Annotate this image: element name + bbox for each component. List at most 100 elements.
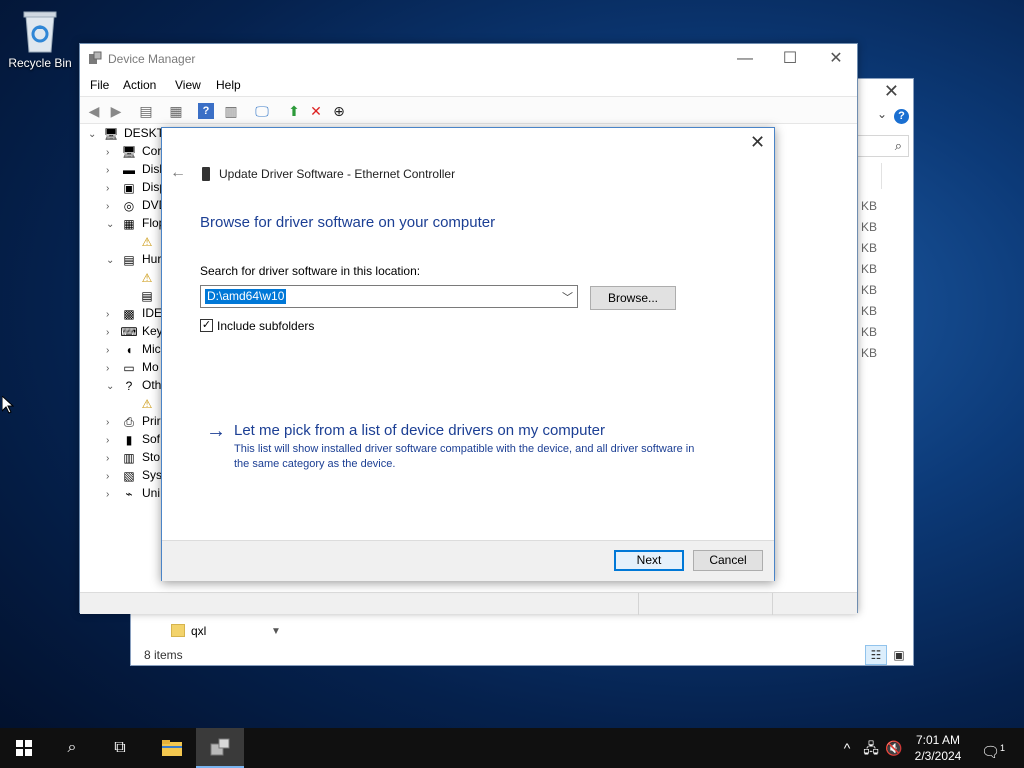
expand-chevron-icon[interactable]: ›	[106, 327, 120, 338]
update-driver-dialog[interactable]: ✕ ← Update Driver Software - Ethernet Co…	[161, 127, 775, 581]
expand-chevron-icon[interactable]: ›	[106, 453, 120, 464]
back-button[interactable]: ←	[170, 164, 186, 182]
disk-drive-icon: ▬	[123, 162, 135, 177]
menu-action[interactable]: Action	[123, 78, 156, 92]
menu-help[interactable]: Help	[216, 78, 241, 92]
search-icon[interactable]: ⌕	[48, 728, 96, 768]
tree-item[interactable]: ⚠	[124, 270, 160, 288]
tree-item-label: Uni	[142, 486, 161, 500]
title-bar[interactable]: Device Manager — ☐ ✕	[80, 44, 857, 74]
menu-view[interactable]: View	[175, 78, 201, 92]
start-button[interactable]	[0, 728, 48, 768]
system-clock[interactable]: 7:01 AM 2/3/2024	[905, 732, 971, 764]
help-icon[interactable]: ?	[198, 103, 214, 119]
collapse-chevron-icon[interactable]: ⌄	[106, 219, 120, 230]
expand-chevron-icon[interactable]: ›	[106, 201, 120, 212]
expand-chevron-icon[interactable]: ›	[106, 417, 120, 428]
tree-item-label: Sof	[142, 432, 161, 446]
action-pane-icon[interactable]: ▥	[221, 101, 241, 121]
system-device-icon: ▧	[123, 468, 135, 483]
back-arrow-icon[interactable]: ◀	[84, 101, 104, 121]
tree-item[interactable]: ⌄ ▤ Hur	[106, 252, 161, 270]
hid-device-icon: ▤	[141, 288, 153, 303]
expand-chevron-icon[interactable]: ›	[106, 147, 120, 158]
show-hide-console-tree-icon[interactable]: ▤	[136, 101, 156, 121]
device-manager-app-icon	[88, 51, 102, 68]
recycle-bin-shortcut[interactable]: Recycle Bin	[6, 8, 74, 70]
expand-chevron-icon[interactable]: ›	[106, 309, 120, 320]
forward-arrow-icon[interactable]: ▶	[106, 101, 126, 121]
maximize-button[interactable]: ☐	[767, 48, 813, 70]
tree-item[interactable]: › ▬ Disl	[106, 162, 162, 180]
expand-chevron-icon[interactable]: ›	[106, 363, 120, 374]
browse-button[interactable]: Browse...	[590, 286, 676, 310]
explorer-search-box[interactable]: ⌕	[857, 135, 909, 157]
dialog-close-button[interactable]: ✕	[750, 132, 765, 153]
expand-chevron-icon[interactable]: ›	[106, 489, 120, 500]
tree-item[interactable]: › ⌁ Uni	[106, 486, 160, 504]
expand-chevron-icon[interactable]: ›	[106, 183, 120, 194]
scan-hardware-icon[interactable]: 🖵	[252, 101, 272, 121]
collapse-chevron-icon[interactable]: ⌄	[88, 129, 102, 140]
disable-device-icon[interactable]: ⊕	[329, 101, 349, 121]
display-adapter-icon: ▣	[123, 180, 135, 195]
large-icons-view-button[interactable]: ▣	[889, 645, 909, 665]
scroll-down-icon[interactable]: ▼	[271, 626, 281, 637]
file-explorer-taskbar-icon[interactable]	[148, 728, 196, 768]
tree-item[interactable]: ⌄ ▦ Flop	[106, 216, 165, 234]
uninstall-device-icon[interactable]: ✕	[306, 101, 326, 121]
include-subfolders-label[interactable]: Include subfolders	[217, 319, 314, 333]
action-center-icon[interactable]: 🗨1	[980, 736, 1006, 761]
chevron-down-icon[interactable]: ⌄	[877, 107, 887, 121]
tree-item[interactable]: › ▧ Syst	[106, 468, 165, 486]
explorer-close-button[interactable]: ✕	[884, 81, 899, 102]
tree-item[interactable]: ⌄? Oth	[106, 378, 161, 396]
tree-item[interactable]: › ⌨ Key	[106, 324, 163, 342]
device-manager-taskbar-icon[interactable]	[196, 728, 244, 768]
close-button[interactable]: ✕	[813, 48, 859, 70]
include-subfolders-checkbox[interactable]: ✓	[200, 319, 213, 332]
next-button[interactable]: Next	[614, 550, 684, 571]
show-hidden-icons-icon[interactable]: ^	[838, 728, 856, 768]
tree-item[interactable]: › 🖥 Cor	[106, 144, 161, 162]
pick-driver-list-link[interactable]: Let me pick from a list of device driver…	[234, 422, 605, 439]
hid-device-icon: ▤	[123, 252, 135, 267]
tree-item[interactable]: › ▥ Sto	[106, 450, 160, 468]
menu-file[interactable]: File	[90, 78, 109, 92]
chevron-down-icon[interactable]: ﹀	[562, 289, 573, 305]
expand-chevron-icon[interactable]: ›	[106, 471, 120, 482]
recycle-bin-icon	[20, 8, 60, 54]
pick-driver-list-description[interactable]: This list will show installed driver sof…	[234, 442, 704, 472]
nav-item-qxl[interactable]: qxl	[171, 623, 206, 638]
computer-icon: 🖥	[121, 144, 137, 159]
checkmark-icon: ✓	[201, 319, 212, 331]
tree-item[interactable]: ⚠	[124, 396, 160, 414]
expand-chevron-icon[interactable]: ›	[106, 165, 120, 176]
minimize-button[interactable]: —	[722, 48, 768, 70]
collapse-chevron-icon[interactable]: ⌄	[106, 381, 120, 392]
details-view-button[interactable]: ☷	[865, 645, 887, 665]
tree-item[interactable]: › ⎙ Prir	[106, 414, 161, 432]
volume-icon[interactable]: 🔇	[884, 728, 904, 768]
tree-item[interactable]: › ▮ Sof	[106, 432, 160, 450]
task-view-icon[interactable]: ⧉	[96, 728, 144, 768]
cancel-button[interactable]: Cancel	[693, 550, 763, 571]
collapse-chevron-icon[interactable]: ⌄	[106, 255, 120, 266]
mouse-cursor-icon	[1, 394, 15, 417]
tree-item[interactable]: › ◖ Mic	[106, 342, 161, 360]
tree-item[interactable]: › ◎ DVD	[106, 198, 167, 216]
update-driver-icon[interactable]: ⬆	[284, 101, 304, 121]
tree-item[interactable]: › ▩ IDE	[106, 306, 162, 324]
tree-item[interactable]: › ▣ Disp	[106, 180, 166, 198]
window-title: Device Manager	[108, 52, 196, 66]
driver-path-combobox[interactable]: D:\amd64\w10 ﹀	[200, 285, 578, 308]
tree-item[interactable]: › ▭ Mo	[106, 360, 159, 378]
tree-item[interactable]: ⚠	[124, 234, 160, 252]
properties-icon[interactable]: ▦	[166, 101, 186, 121]
tree-item[interactable]: ▤	[124, 288, 160, 306]
network-icon[interactable]: 🖧	[860, 728, 882, 768]
expand-chevron-icon[interactable]: ›	[106, 435, 120, 446]
expand-chevron-icon[interactable]: ›	[106, 345, 120, 356]
help-icon[interactable]: ?	[894, 109, 909, 124]
arrow-right-icon[interactable]: →	[206, 420, 226, 443]
